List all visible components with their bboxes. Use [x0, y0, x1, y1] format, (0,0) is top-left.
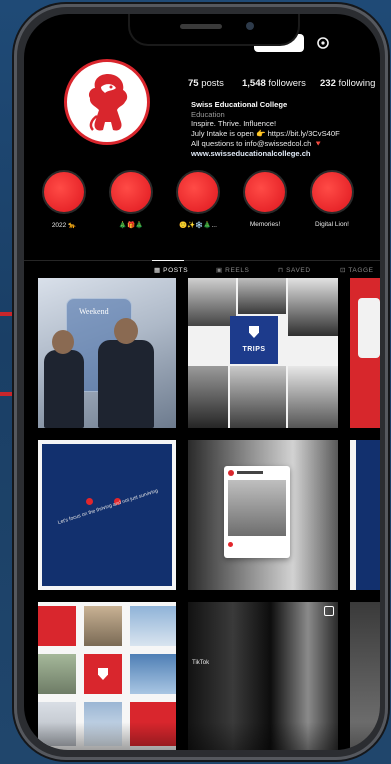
collage-photo — [188, 278, 236, 326]
profile-avatar[interactable] — [64, 59, 150, 145]
post-navy-partial[interactable] — [350, 440, 380, 590]
post-frame — [350, 440, 356, 590]
reel-icon — [324, 606, 334, 616]
smile-eye-icon — [86, 498, 93, 505]
profile-bio: Swiss Educational College Education Insp… — [191, 100, 376, 158]
posts-number: 75 — [188, 78, 199, 89]
lion-logo-icon — [88, 74, 128, 131]
collage-photo — [288, 366, 338, 428]
profile-name: Swiss Educational College — [191, 100, 288, 109]
highlight-cover — [109, 170, 153, 214]
bookmark-icon: ⊓ — [278, 267, 287, 274]
collage-photo — [230, 366, 286, 428]
profile-category: Education — [191, 109, 225, 119]
post-frame — [38, 440, 176, 590]
bio-line: Inspire. Thrive. Influence! — [191, 119, 277, 129]
tab-label: SAVED — [286, 267, 311, 274]
followers-number: 1,548 — [242, 78, 266, 89]
highlight-cover — [176, 170, 220, 214]
highlight-cover — [310, 170, 354, 214]
collage-photo — [130, 654, 176, 694]
profile-stats: 75 posts 1,548 followers 232 following — [188, 78, 380, 94]
collage-photo — [188, 366, 228, 428]
active-tab-indicator — [152, 260, 184, 261]
mini-avatar — [228, 470, 234, 476]
website-link[interactable]: www.swisseducationalcollege.ch — [191, 149, 376, 159]
tab-label: TAGGE — [348, 267, 374, 274]
tab-tagged[interactable]: ⊡ TAGGE — [340, 266, 374, 274]
bio-line-contact: All questions to info@swissedcol.ch 🔻 — [191, 138, 323, 148]
post-smile-quote[interactable]: Let's focus on the thriving and not just… — [38, 440, 176, 590]
speaker-grille — [180, 24, 222, 29]
front-camera — [246, 22, 254, 30]
tab-label: POSTS — [163, 267, 189, 274]
highlight-label: Digital Lion! — [315, 221, 349, 228]
highlight-cover — [42, 170, 86, 214]
bottom-fade — [24, 722, 380, 750]
collage-photo — [130, 606, 176, 646]
trips-label: TRIPS — [242, 346, 266, 353]
shield-icon — [98, 668, 108, 680]
tab-posts[interactable]: ▦ POSTS — [154, 266, 188, 274]
following-number: 232 — [320, 78, 336, 89]
posts-count[interactable]: 75 posts — [188, 78, 224, 89]
instagram-post-card — [224, 466, 290, 558]
collage-logo-square — [84, 654, 122, 694]
story-highlight[interactable]: Digital Lion! — [306, 170, 358, 228]
following-count[interactable]: 232 following — [320, 78, 375, 89]
followers-count[interactable]: 1,548 followers — [242, 78, 306, 89]
story-highlight[interactable]: 🙂✨❄️🎄... — [172, 170, 224, 229]
highlight-label: 2022 🐆 — [51, 222, 77, 229]
person-head — [114, 318, 138, 344]
post-trips-collage[interactable]: TRIPS — [188, 278, 338, 428]
post-ig-frame[interactable] — [188, 440, 338, 590]
highlight-label: 🎄🎁🎄 — [118, 222, 144, 229]
device-outline — [358, 298, 380, 358]
post-weekend-call[interactable]: Weekend — [38, 278, 176, 428]
story-highlight[interactable]: 2022 🐆 — [38, 170, 90, 229]
post-red-partial[interactable] — [350, 278, 380, 428]
reels-icon: ▣ — [216, 267, 226, 274]
person-figure — [98, 340, 154, 428]
instagram-profile-screen: 75 posts 1,548 followers 232 following S… — [24, 14, 380, 750]
person-figure — [44, 350, 84, 428]
tab-reels[interactable]: ▣ REELS — [216, 266, 249, 274]
mini-photo — [228, 480, 286, 536]
settings-gear-icon[interactable] — [316, 36, 330, 50]
tabs-divider — [24, 260, 380, 261]
trips-badge: TRIPS — [230, 316, 278, 364]
highlight-label: 🙂✨❄️🎄... — [179, 222, 217, 229]
mini-username — [237, 471, 263, 474]
collage-photo — [238, 278, 286, 314]
tab-label: REELS — [225, 267, 250, 274]
tab-saved[interactable]: ⊓ SAVED — [278, 266, 311, 274]
posts-label: posts — [201, 78, 224, 89]
phone-notch — [128, 14, 300, 46]
highlight-label: Memories! — [249, 221, 281, 228]
followers-label: followers — [268, 78, 306, 89]
tiktok-watermark: TikTok — [192, 660, 210, 666]
highlight-cover — [243, 170, 287, 214]
grid-icon: ▦ — [154, 267, 164, 274]
collage-photo — [288, 278, 338, 336]
heart-icon — [228, 542, 233, 547]
weekend-title: Weekend — [79, 307, 109, 316]
following-label: following — [338, 78, 376, 89]
person-head — [52, 330, 74, 354]
collage-photo — [38, 654, 76, 694]
story-highlight[interactable]: Memories! — [239, 170, 291, 228]
collage-photo — [84, 606, 122, 646]
bio-line-intake-link[interactable]: July Intake is open 👉 https://bit.ly/3Cv… — [191, 129, 376, 139]
story-highlight[interactable]: 🎄🎁🎄 — [105, 170, 157, 229]
collage-red-square — [38, 606, 76, 646]
shield-icon — [249, 326, 259, 338]
